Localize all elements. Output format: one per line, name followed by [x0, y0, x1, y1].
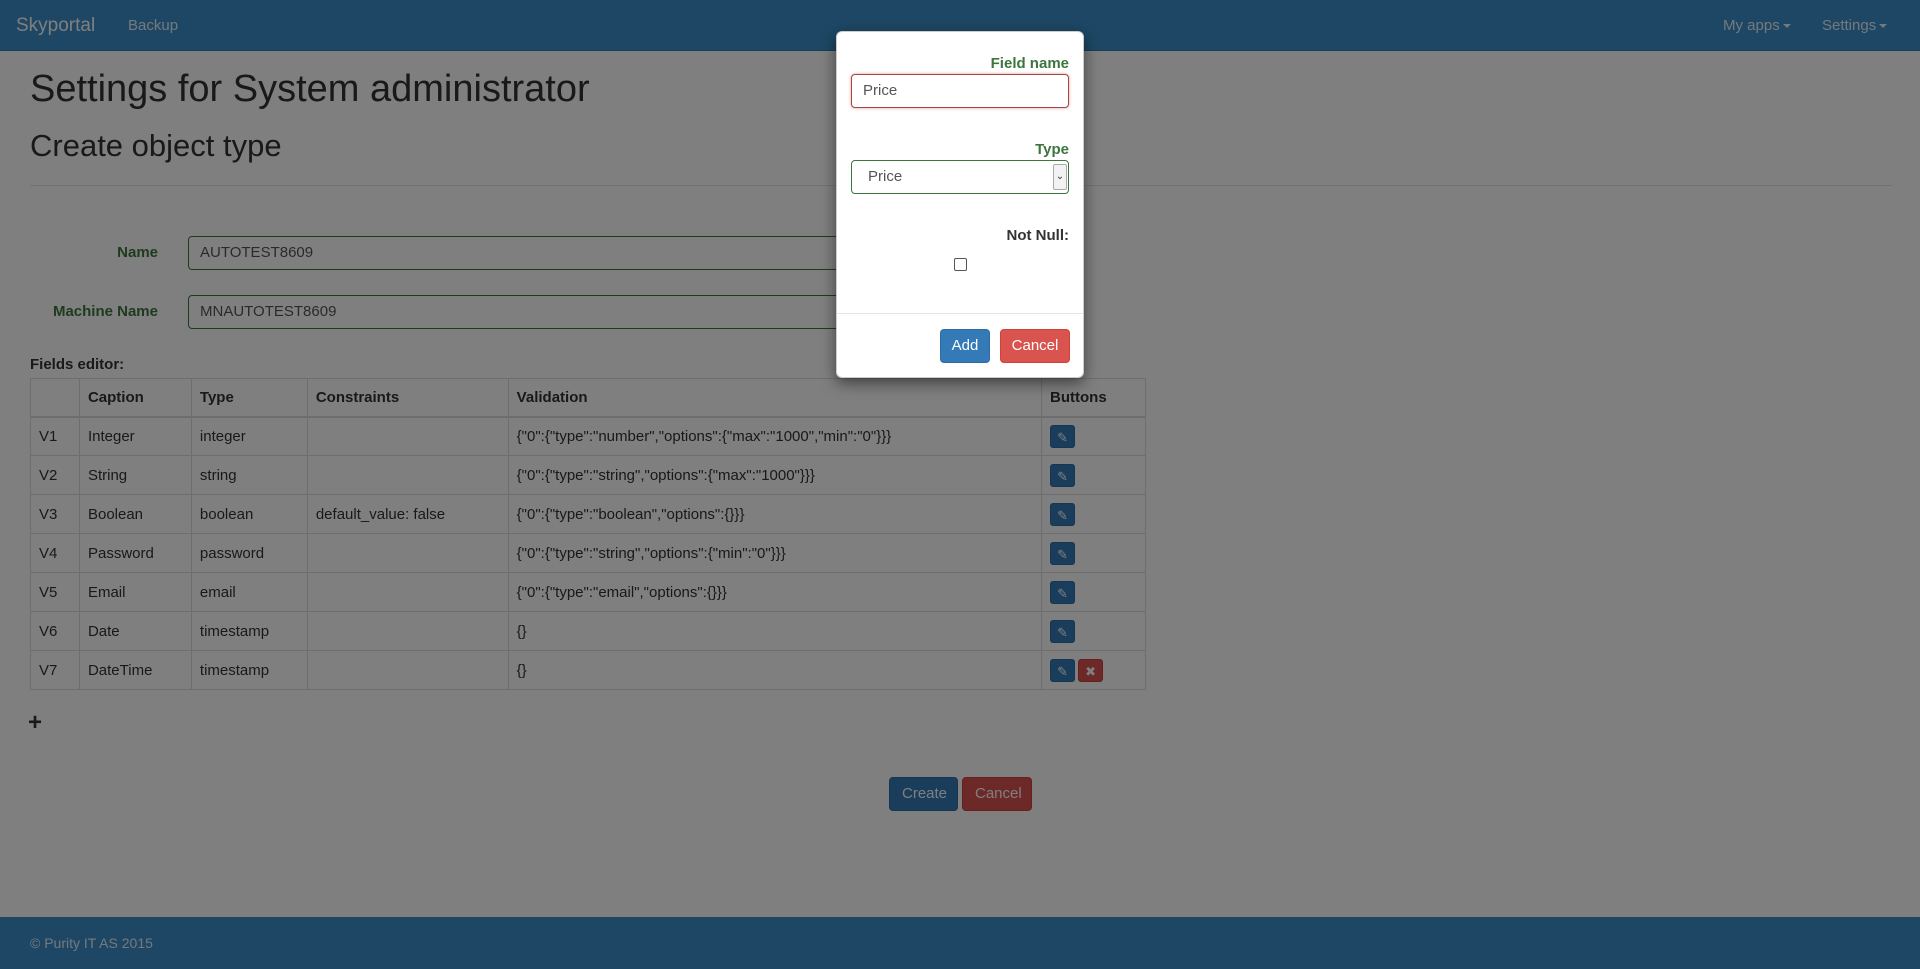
type-selected-value: Price — [868, 168, 903, 185]
not-null-checkbox[interactable] — [954, 258, 967, 271]
modal-footer-divider — [837, 313, 1083, 314]
modal-add-button[interactable]: Add — [940, 329, 990, 363]
not-null-label: Not Null: — [1006, 227, 1069, 244]
type-label: Type — [1035, 141, 1069, 158]
field-name-label: Field name — [990, 55, 1069, 72]
add-field-dialog: Field name Price Type Price ⌄ Not Null: … — [836, 31, 1084, 378]
chevron-down-icon: ⌄ — [1053, 164, 1067, 190]
type-select[interactable]: Price ⌄ — [851, 160, 1069, 194]
field-name-input[interactable]: Price — [851, 74, 1069, 108]
modal-cancel-button[interactable]: Cancel — [1000, 329, 1070, 363]
